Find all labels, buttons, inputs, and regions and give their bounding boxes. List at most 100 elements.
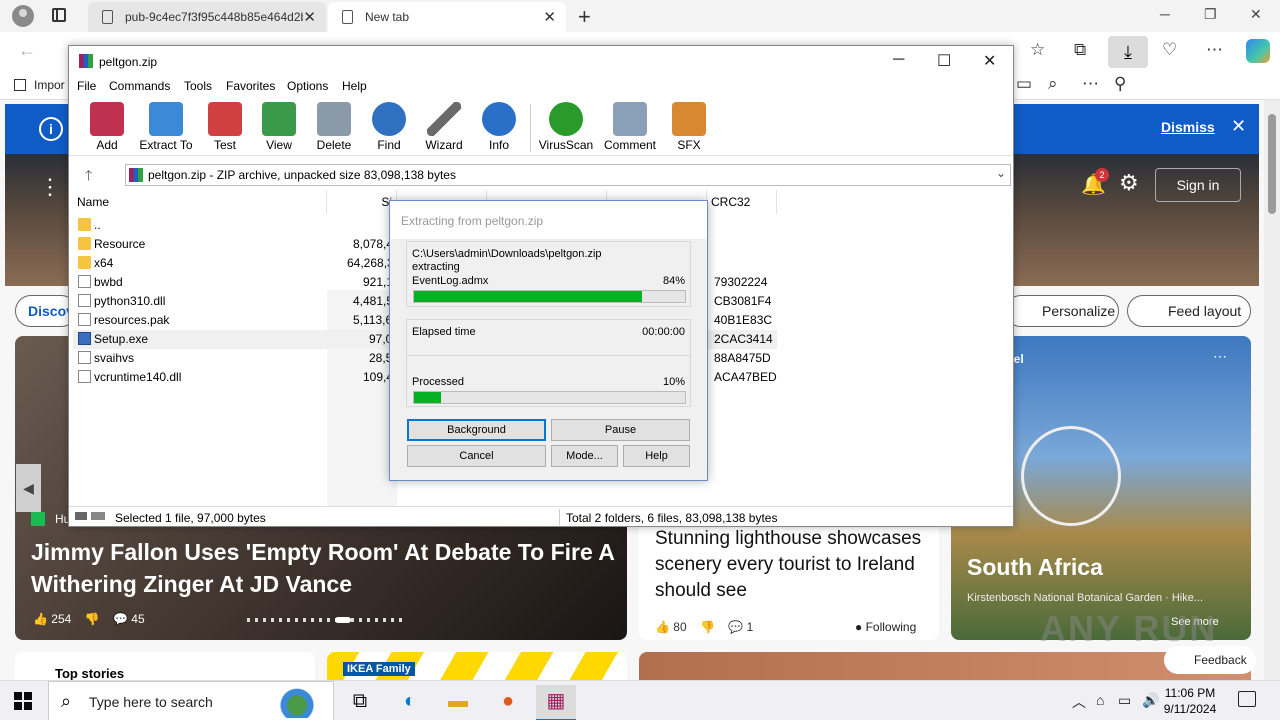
menu-favorites[interactable]: Favorites xyxy=(226,79,275,93)
file-icon xyxy=(78,294,91,307)
sfx-button[interactable]: SFX xyxy=(655,102,723,152)
minimize-icon[interactable]: ─ xyxy=(1160,6,1170,22)
winrar-taskbar-icon[interactable]: ▦ xyxy=(536,685,576,720)
top-stories-card[interactable]: Top stories xyxy=(15,652,315,680)
more-menu-icon[interactable]: ⋯ xyxy=(1206,40,1223,60)
feed-layout-button[interactable]: Feed layout xyxy=(1127,295,1251,327)
browser-tab-pub[interactable]: pub-9c4ec7f3f95c448b85e464d2b ✕ xyxy=(88,2,326,32)
import-favorites[interactable]: Impor xyxy=(14,78,65,92)
menu-options[interactable]: Options xyxy=(287,79,328,93)
new-tab-icon[interactable]: + xyxy=(578,4,591,30)
progress-fill xyxy=(414,392,441,403)
carousel-prev-button[interactable]: ◀ xyxy=(16,464,41,512)
browser-tab-newtab[interactable]: New tab ✕ xyxy=(328,2,566,32)
file-explorer-icon[interactable]: ▬ xyxy=(438,685,478,720)
column-name[interactable]: Name xyxy=(73,190,327,214)
action-text: extracting xyxy=(412,261,460,273)
dialog-title: Extracting from peltgon.zip xyxy=(401,214,544,228)
windows-start-icon[interactable] xyxy=(14,692,32,710)
profile-avatar[interactable] xyxy=(12,5,34,27)
display-icon[interactable]: ▭ xyxy=(1118,692,1131,709)
menu-help[interactable]: Help xyxy=(342,79,367,93)
scrollbar-thumb[interactable] xyxy=(1268,114,1276,214)
close-tab-icon[interactable]: ✕ xyxy=(543,8,556,26)
tray-chevron-icon[interactable]: ︿ xyxy=(1072,692,1086,712)
favorites-star-icon[interactable]: ☆ xyxy=(1030,40,1045,60)
more-icon[interactable]: ⋯ xyxy=(1082,74,1099,94)
maximize-icon[interactable]: ☐ xyxy=(937,51,951,71)
notification-center-icon[interactable] xyxy=(1238,691,1256,707)
cancel-button[interactable]: Cancel xyxy=(407,445,546,467)
back-arrow-icon[interactable]: ← xyxy=(18,40,36,61)
pin-icon[interactable]: ⚲ xyxy=(1114,74,1126,94)
close-icon[interactable]: ✕ xyxy=(1250,6,1262,23)
tab-actions-icon[interactable] xyxy=(52,8,66,22)
comment-icon[interactable]: 💬 xyxy=(113,612,128,626)
up-arrow-icon[interactable]: 🡑 xyxy=(85,165,92,189)
close-banner-icon[interactable]: ✕ xyxy=(1231,116,1246,137)
collections-icon[interactable]: ⧉ xyxy=(1074,40,1086,60)
carousel-dots[interactable] xyxy=(247,617,407,623)
dislike-icon[interactable]: 👎 xyxy=(700,620,715,634)
column-size[interactable]: Si xyxy=(327,190,397,214)
browser-essentials-icon[interactable]: ♡ xyxy=(1162,40,1177,60)
network-icon[interactable]: ⌂ xyxy=(1096,692,1104,708)
copilot-icon[interactable] xyxy=(1246,39,1270,63)
menu-tools[interactable]: Tools xyxy=(184,79,212,93)
taskbar-clock[interactable]: 11:06 PM 9/11/2024 xyxy=(1160,685,1220,717)
mode-button[interactable]: Mode... xyxy=(551,445,618,467)
help-button[interactable]: Help xyxy=(623,445,690,467)
file-name: Setup.exe xyxy=(94,332,149,346)
volume-icon[interactable]: 🔊 xyxy=(1142,692,1159,709)
firefox-icon[interactable]: ● xyxy=(488,685,528,720)
dismiss-link[interactable]: Dismiss xyxy=(1161,119,1215,135)
news-card-lighthouse[interactable]: Stunning lighthouse showcases scenery ev… xyxy=(639,510,939,640)
taskbar-search-box[interactable]: ⌕ Type here to search xyxy=(48,681,334,720)
feedback-button[interactable]: Feedback xyxy=(1164,646,1256,674)
page-scrollbar[interactable] xyxy=(1264,100,1280,680)
drive-icon[interactable] xyxy=(75,512,105,520)
following-button[interactable]: ● Following xyxy=(855,620,916,634)
dislike-icon[interactable]: 👎 xyxy=(85,612,100,626)
chevron-down-icon[interactable]: ⌄ xyxy=(996,166,1006,180)
menu-commands[interactable]: Commands xyxy=(109,79,170,93)
personalize-button[interactable]: Personalize xyxy=(1005,295,1119,327)
comment-icon[interactable]: 💬 xyxy=(728,620,743,634)
gear-icon[interactable]: ⚙ xyxy=(1119,170,1139,196)
restore-icon[interactable]: ❐ xyxy=(1204,6,1217,23)
card-headline[interactable]: Jimmy Fallon Uses 'Empty Room' At Debate… xyxy=(31,536,621,600)
more-options-icon[interactable]: ⋯ xyxy=(1213,348,1227,365)
like-icon[interactable]: 👍 xyxy=(33,612,48,626)
menu-file[interactable]: File xyxy=(77,79,96,93)
add-button[interactable]: Add xyxy=(73,102,141,152)
archive-path-dropdown[interactable]: peltgon.zip - ZIP archive, unpacked size… xyxy=(125,164,1011,186)
anyrun-watermark: ANY RUN xyxy=(1040,608,1218,649)
pause-button[interactable]: Pause xyxy=(551,419,690,441)
downloads-icon[interactable]: ⤓ xyxy=(1108,36,1148,68)
background-button[interactable]: Background xyxy=(407,419,546,441)
minimize-icon[interactable]: ─ xyxy=(893,51,904,69)
folder-icon[interactable]: ▭ xyxy=(1016,74,1032,94)
news-card-bottom[interactable] xyxy=(639,652,1251,680)
ikea-ad-card[interactable]: IKEA Family xyxy=(327,652,627,680)
card-headline[interactable]: South Africa xyxy=(967,554,1103,581)
search-icon[interactable]: ⌕ xyxy=(1048,74,1058,94)
close-icon[interactable]: ✕ xyxy=(983,51,996,71)
card-headline[interactable]: Stunning lighthouse showcases scenery ev… xyxy=(655,526,931,604)
exe-icon xyxy=(78,332,91,345)
task-view-icon[interactable]: ⧉ xyxy=(340,685,380,720)
like-icon[interactable]: 👍 xyxy=(655,620,670,634)
edge-icon[interactable]: ◐ xyxy=(390,685,430,720)
extract-to-button[interactable]: Extract To xyxy=(132,102,200,152)
toolbar-separator xyxy=(530,104,531,152)
info-button[interactable]: Info xyxy=(465,102,533,152)
comment-count: 1 xyxy=(746,620,754,634)
sign-in-button[interactable]: Sign in xyxy=(1155,168,1241,202)
virusscan-button[interactable]: VirusScan xyxy=(532,102,600,152)
close-tab-icon[interactable]: ✕ xyxy=(303,8,316,26)
comment-button[interactable]: Comment xyxy=(596,102,664,152)
file-name: python310.dll xyxy=(94,294,166,308)
folder-icon xyxy=(78,256,91,269)
extract-progress-dialog: Extracting from peltgon.zip C:\Users\adm… xyxy=(389,200,708,481)
column-crc32[interactable]: CRC32 xyxy=(707,190,777,214)
